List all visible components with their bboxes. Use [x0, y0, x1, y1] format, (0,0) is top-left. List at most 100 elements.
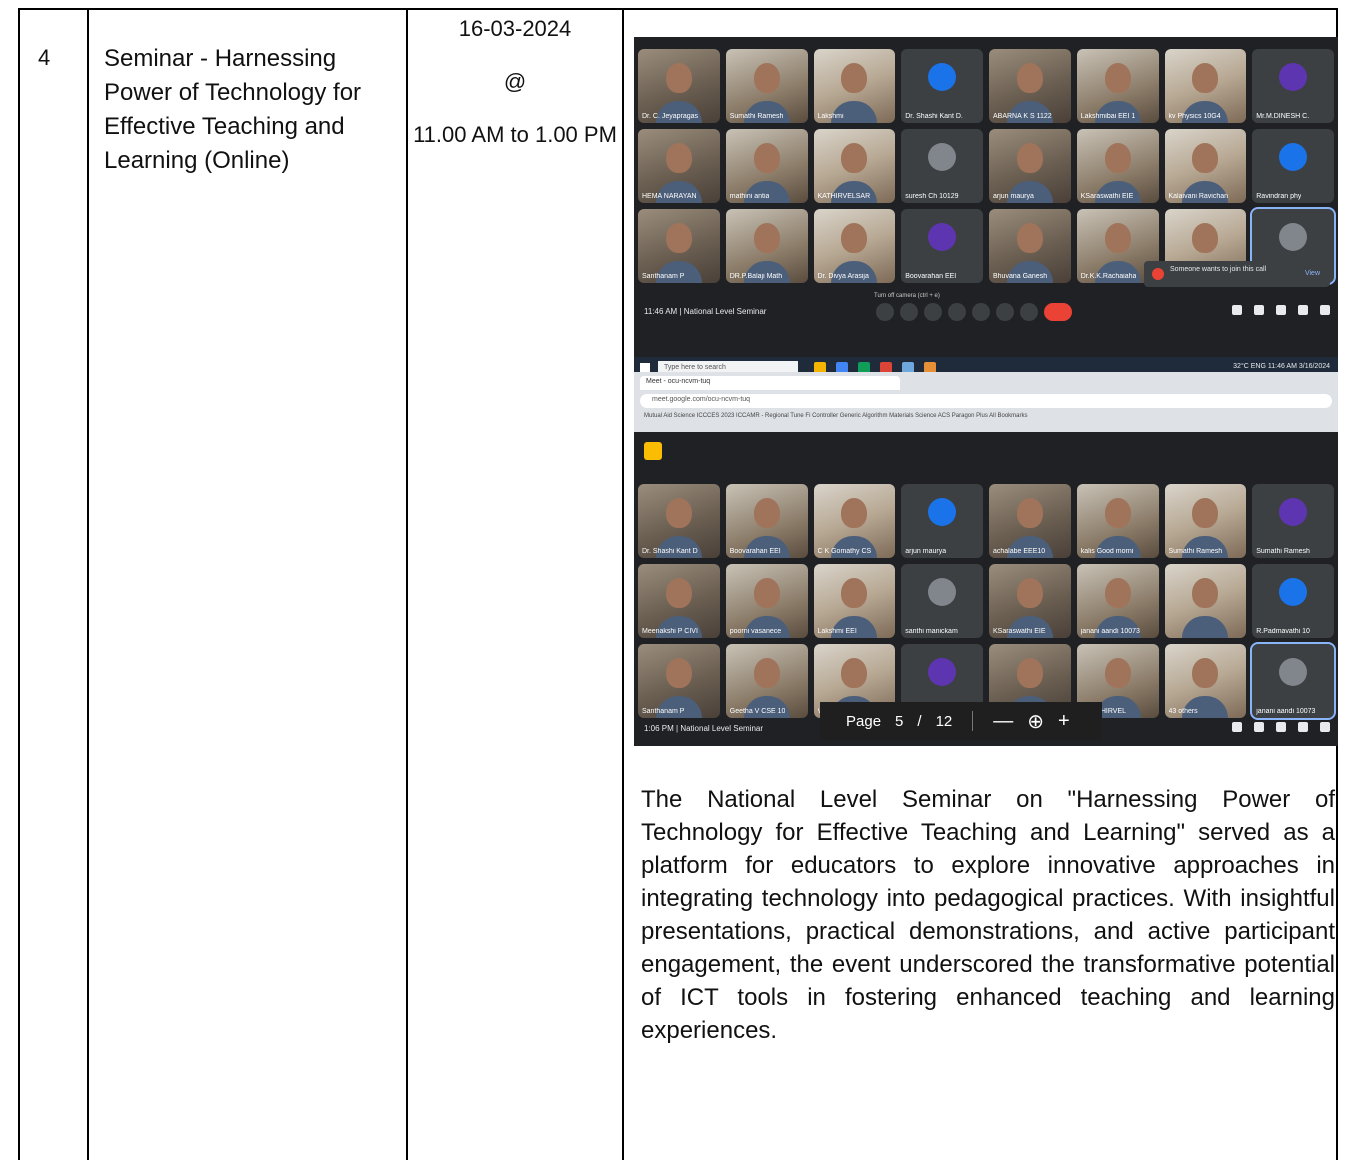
participant-name: Dr.K.K.Rachaiaha	[1080, 273, 1137, 280]
event-time: 11.00 AM to 1.00 PM	[413, 122, 617, 147]
participant-tile: C K Gomathy CS	[813, 484, 896, 558]
participant-name: Kalaivani Ravichan	[1168, 193, 1229, 200]
participant-video	[665, 223, 692, 253]
pdf-page-current[interactable]: 5	[895, 713, 903, 730]
chat-icon	[1276, 305, 1286, 315]
camera-tooltip: Turn off camera (ctrl + e)	[874, 293, 940, 299]
participant-video	[1104, 223, 1131, 253]
participant-video	[1016, 63, 1043, 93]
participant-video	[841, 223, 868, 253]
activities-icon	[1298, 305, 1308, 315]
participant-avatar	[1279, 143, 1308, 171]
participant-name: Lakshmibai EEI 1	[1080, 113, 1136, 120]
participant-tile: Sumathi Ramesh	[1252, 484, 1334, 558]
present-icon	[972, 303, 990, 321]
meet-control-bar: Turn off camera (ctrl + e) 11:46 AM | Na…	[634, 293, 1338, 325]
browser-tab: Meet - ocu-ncvm-tuq	[640, 376, 900, 390]
participant-name: Boovarahan EEI	[729, 548, 781, 555]
table-column-divider	[87, 9, 89, 1160]
participant-video	[841, 498, 868, 528]
participant-tile: Mr.M.DINESH C.	[1252, 49, 1334, 123]
bookmarks-bar: Mutual Aid Science ICCCES 2023 ICCAMR - …	[644, 413, 1028, 419]
participant-name: janani aandi 10073	[1080, 628, 1140, 635]
event-schedule: 16-03-2024 @ 11.00 AM to 1.00 PM	[410, 14, 620, 150]
participant-video	[1104, 143, 1131, 173]
participant-name: Sumathi Ramesh	[729, 113, 784, 120]
participant-tile: suresh Ch 10129	[901, 129, 983, 203]
raise-hand-icon	[996, 303, 1014, 321]
join-request-icon	[1152, 268, 1164, 280]
meet-controls	[876, 303, 1072, 321]
participant-name: Ravindran phy	[1256, 193, 1302, 200]
meet-screenshot-1: Dr. C. Jeyapragas Sumathi Ramesh Lakshmi Dr…	[634, 37, 1338, 357]
report-table: 4 Seminar - Harnessing Power of Technolo…	[0, 0, 1356, 1160]
participant-tile: Sumathi Ramesh	[725, 49, 808, 123]
participant-name: Meenakshi P CIVI	[642, 628, 698, 635]
participant-video	[1192, 578, 1219, 608]
participant-avatar	[928, 223, 957, 251]
participant-video	[1016, 578, 1043, 608]
captions-icon	[924, 303, 942, 321]
participant-name: ABARNA K S 1122	[993, 113, 1052, 120]
zoom-in-icon[interactable]: +	[1058, 710, 1070, 733]
participant-video	[1192, 143, 1219, 173]
participant-avatar	[1279, 578, 1308, 606]
participant-name: Dr. Divya Arasija	[817, 273, 869, 280]
participant-name: achalabe EEE10	[993, 548, 1046, 555]
participant-tile: KATHIRVELSAR	[813, 129, 896, 203]
participant-name: Lakshmi	[817, 113, 844, 120]
participant-name: Dr. C. Jeyapragas	[642, 113, 699, 120]
participant-video	[1104, 498, 1131, 528]
toolbar-divider	[972, 711, 974, 731]
participant-grid: Dr. C. Jeyapragas Sumathi Ramesh Lakshmi Dr…	[638, 49, 1336, 285]
zoom-out-icon[interactable]: —	[993, 710, 1013, 733]
participant-tile: Meenakshi P CIVI	[638, 564, 720, 638]
participant-video	[665, 63, 692, 93]
participant-video	[1192, 498, 1219, 528]
participant-video	[841, 658, 868, 688]
participant-tile: janani aandi 10073	[1076, 564, 1159, 638]
participant-tile: Boovarahan EEI	[901, 209, 983, 283]
table-column-divider	[622, 9, 624, 1160]
info-icon	[1232, 722, 1242, 732]
host-controls-icon	[1320, 305, 1330, 315]
activities-icon	[1298, 722, 1308, 732]
participant-video	[1192, 223, 1219, 253]
zoom-icon[interactable]: ⊕	[1027, 709, 1044, 734]
notes-icon	[644, 442, 662, 460]
participant-video	[1016, 658, 1043, 688]
participant-video	[753, 223, 780, 253]
participant-video	[1016, 498, 1043, 528]
event-title: Seminar - Harnessing Power of Technology…	[104, 45, 362, 174]
join-request-view-button: View	[1304, 270, 1320, 277]
participant-video	[1192, 658, 1219, 688]
participant-tile: santhi manickam	[901, 564, 983, 638]
participant-video	[665, 578, 692, 608]
participant-video	[665, 143, 692, 173]
participant-tile: Sumathi Ramesh	[1164, 484, 1247, 558]
participant-tile: Santhanam P	[638, 209, 720, 283]
participant-tile: KSaraswathi EIE	[1076, 129, 1159, 203]
participant-name: Dr. Shashi Kant D.	[905, 113, 963, 120]
people-icon	[1254, 722, 1264, 732]
microphone-icon	[876, 303, 894, 321]
participant-avatar	[928, 143, 957, 171]
participant-name: suresh Ch 10129	[905, 193, 959, 200]
participant-name: kv Physics 10G4	[1168, 113, 1221, 120]
participant-video	[665, 498, 692, 528]
participant-avatar	[1279, 223, 1308, 251]
participant-name: HEMA NARAYAN	[642, 193, 697, 200]
participant-tile: Ravindran phy	[1252, 129, 1334, 203]
info-icon	[1232, 305, 1242, 315]
participant-tile: HEMA NARAYAN	[638, 129, 720, 203]
participant-video	[841, 63, 868, 93]
participant-tile: kv Physics 10G4	[1164, 49, 1247, 123]
participant-video	[753, 63, 780, 93]
participant-avatar	[928, 658, 957, 686]
pdf-page-separator: /	[917, 712, 922, 730]
participant-tile: DR.P.Balaji Math	[725, 209, 808, 283]
event-date: 16-03-2024	[458, 16, 572, 41]
participant-grid: Dr. Shashi Kant D Boovarahan EEI C K Gomat…	[638, 484, 1336, 720]
participant-tile: achalabe EEE10	[989, 484, 1071, 558]
meet-side-icons	[1232, 722, 1330, 732]
